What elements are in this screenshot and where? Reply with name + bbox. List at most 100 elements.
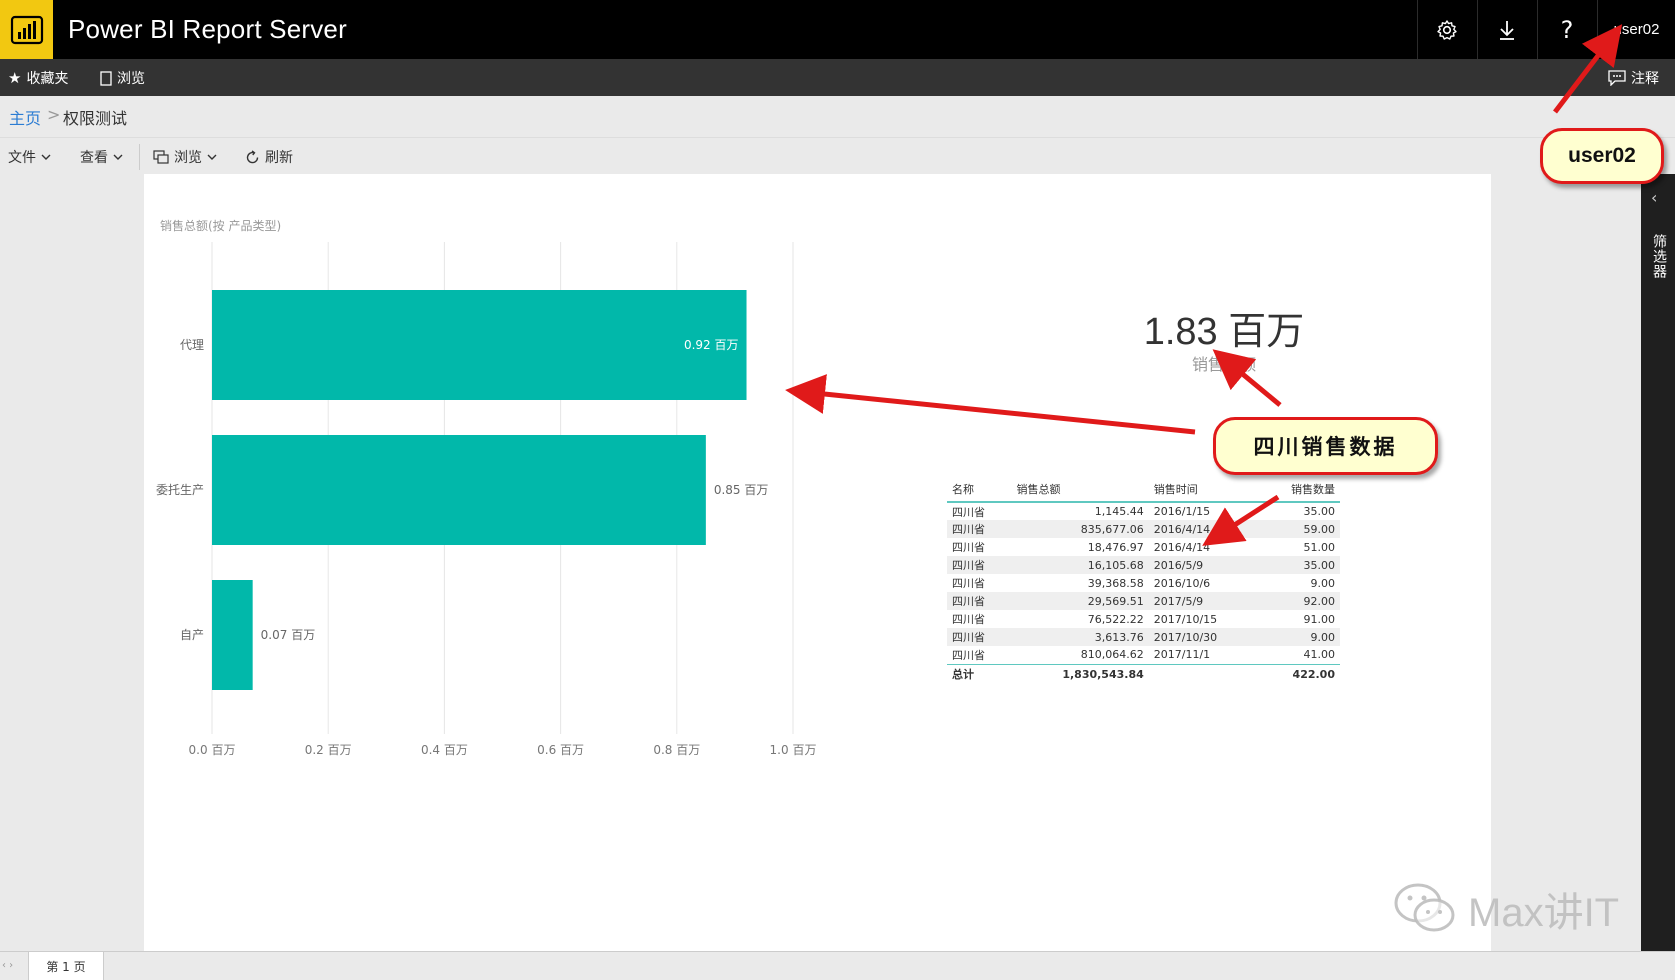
view-menu[interactable]: 查看 (80, 147, 123, 167)
table-row[interactable]: 四川省 3,613.76 2017/10/30 9.00 (947, 628, 1340, 646)
x-tick-label: 0.4 百万 (421, 743, 468, 757)
breadcrumb-separator-icon: > (47, 105, 61, 124)
table-total-cell: 1,830,543.84 (1011, 663, 1149, 684)
toolbar-divider (139, 144, 140, 170)
table-row[interactable]: 四川省 76,522.22 2017/10/15 91.00 (947, 610, 1340, 628)
file-menu[interactable]: 文件 (8, 147, 51, 167)
top-header: Power BI Report Server ? user02 (0, 0, 1675, 59)
refresh-button[interactable]: 刷新 (245, 147, 293, 167)
sales-table[interactable]: 名称 销售总额 销售时间 销售数量 四川省 1,145.44 2016/1/15 35… (947, 476, 1340, 684)
table-cell: 16,105.68 (1011, 556, 1149, 574)
table-cell: 835,677.06 (1011, 520, 1149, 538)
page-tab[interactable]: 第 1 页 (28, 952, 104, 980)
table-row[interactable]: 四川省 1,145.44 2016/1/15 35.00 (947, 502, 1340, 520)
table-header[interactable]: 销售数量 (1258, 476, 1340, 503)
x-tick-label: 0.8 百万 (653, 743, 700, 757)
table-row[interactable]: 四川省 39,368.58 2016/10/6 9.00 (947, 574, 1340, 592)
report-toolbar: 文件 查看 浏览 刷新 (0, 137, 1675, 174)
table-total-cell (1148, 663, 1259, 684)
browse-link[interactable]: 浏览 (100, 68, 145, 88)
bar[interactable] (212, 290, 747, 400)
favorites-link[interactable]: ★ 收藏夹 (8, 68, 68, 88)
user-menu[interactable]: user02 (1597, 0, 1675, 59)
table-header[interactable]: 名称 (947, 476, 1012, 503)
table-cell: 810,064.62 (1080, 648, 1144, 662)
watermark-text: Max讲IT (1468, 891, 1620, 935)
table-cell: 18,476.97 (1087, 540, 1144, 554)
user-callout: user02 (1540, 128, 1664, 184)
chevron-left-icon[interactable]: ‹ (1651, 188, 1657, 207)
table-row[interactable]: 四川省 835,677.06 2016/4/14 59.00 (947, 520, 1340, 538)
chevron-down-icon (113, 154, 123, 160)
table-row[interactable]: 四川省 18,476.97 2016/4/14 51.00 (947, 538, 1340, 556)
breadcrumb-home[interactable]: 主页 (9, 105, 41, 129)
download-button[interactable] (1477, 0, 1536, 59)
refresh-label: 刷新 (265, 150, 293, 166)
settings-icon (1437, 19, 1457, 40)
bar[interactable] (212, 435, 706, 545)
comments-button[interactable]: 注释 (1608, 68, 1659, 88)
kpi-card-value[interactable]: 1.83 百万 (1044, 300, 1404, 355)
bar[interactable] (212, 580, 253, 690)
power-bi-logo-icon[interactable] (0, 0, 53, 59)
wechat-icon (1394, 883, 1455, 932)
download-icon (1500, 20, 1514, 40)
table-cell: 2016/10/6 (1153, 576, 1211, 590)
table-header[interactable]: 销售总额 (1011, 476, 1149, 503)
data-label: 0.92 百万 (684, 338, 739, 352)
table-cell: 2017/10/30 (1148, 628, 1259, 646)
file-menu-label: 文件 (8, 150, 36, 166)
report-canvas: 销售总额(按 产品类型) 0.0 百万 0.2 百万 0.4 百万 0.6 百万 0.8… (144, 174, 1491, 951)
table-cell: 9.00 (1310, 576, 1336, 590)
x-tick-label: 0.0 百万 (189, 743, 236, 757)
table-header-row: 名称 销售总额 销售时间 销售数量 (947, 476, 1340, 503)
x-tick-label: 1.0 百万 (770, 743, 817, 757)
table-cell: 92.00 (1258, 592, 1340, 610)
table-cell: 四川省 (952, 541, 985, 554)
table-total-row: 总计 1,830,543.84 422.00 (947, 663, 1340, 684)
table-header[interactable]: 销售时间 (1148, 476, 1259, 503)
table-cell: 29,569.51 (1011, 592, 1149, 610)
category-label: 代理 (180, 338, 204, 352)
table-cell: 四川省 (952, 613, 985, 626)
data-callout: 四川销售数据 (1213, 417, 1438, 475)
browse-icon (153, 150, 169, 164)
comment-icon (1608, 70, 1626, 86)
star-icon: ★ (8, 69, 22, 87)
browse-label: 浏览 (117, 71, 145, 87)
view-menu-label: 查看 (80, 150, 108, 166)
filters-pane[interactable]: ‹ 筛选器 (1641, 174, 1675, 951)
breadcrumb-current: 权限测试 (63, 109, 128, 128)
table-cell: 76,522.22 (1087, 612, 1144, 626)
table-cell: 59.00 (1258, 520, 1340, 538)
table-cell: 9.00 (1258, 628, 1340, 646)
data-label: 0.85 百万 (714, 483, 769, 497)
table-row[interactable]: 四川省 29,569.51 2017/5/9 92.00 (947, 592, 1340, 610)
help-button[interactable]: ? (1537, 0, 1596, 59)
table-cell: 35.00 (1303, 505, 1336, 518)
table-cell: 2016/5/9 (1148, 556, 1259, 574)
table-cell: 四川省 (947, 592, 1012, 610)
settings-button[interactable] (1417, 0, 1476, 59)
table-row[interactable]: 四川省 810,064.62 2017/11/1 41.00 (947, 646, 1340, 664)
table-cell: 3,613.76 (1011, 628, 1149, 646)
category-label: 委托生产 (156, 483, 204, 497)
bar-chart[interactable]: 0.0 百万 0.2 百万 0.4 百万 0.6 百万 0.8 百万 1.0 百万 代理 0.… (144, 174, 864, 794)
table-cell: 四川省 (952, 577, 985, 590)
refresh-icon (246, 149, 259, 163)
secondary-nav: ★ 收藏夹 浏览 注释 (0, 59, 1675, 96)
table-cell: 91.00 (1303, 612, 1336, 626)
table-row[interactable]: 四川省 16,105.68 2016/5/9 35.00 (947, 556, 1340, 574)
help-icon: ? (1560, 15, 1574, 44)
table-cell: 四川省 (952, 648, 985, 662)
table-cell: 35.00 (1258, 556, 1340, 574)
browse-menu-label: 浏览 (174, 150, 202, 166)
browse-menu[interactable]: 浏览 (153, 147, 217, 167)
table-cell: 2017/10/15 (1153, 612, 1218, 626)
app-title[interactable]: Power BI Report Server (68, 14, 347, 45)
kpi-card-label: 销售总额 (1191, 355, 1256, 374)
page-scroll-arrows-icon[interactable]: ‹ › (2, 960, 13, 971)
table-cell: 四川省 (952, 505, 985, 519)
table-cell: 2017/5/9 (1148, 592, 1259, 610)
x-tick-label: 0.2 百万 (305, 743, 352, 757)
